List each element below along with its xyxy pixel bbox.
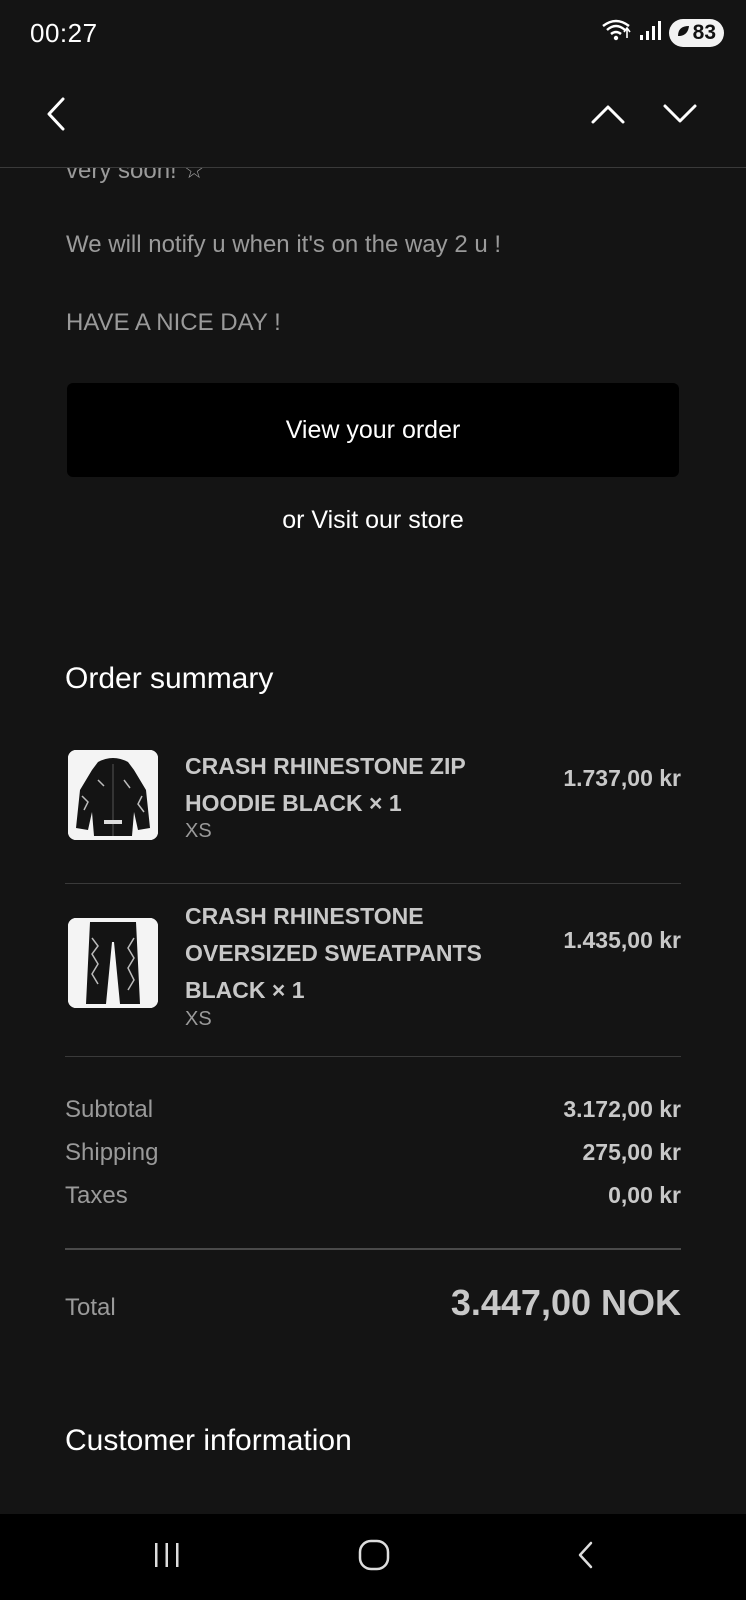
- taxes-value: 0,00 kr: [608, 1182, 681, 1208]
- battery-level: 83: [692, 20, 716, 44]
- sweatpants-product-image: [68, 918, 158, 1008]
- email-toolbar: [0, 66, 746, 168]
- recents-button[interactable]: [137, 1532, 197, 1582]
- total-label: Total: [65, 1294, 116, 1321]
- status-bar: 00:27 83: [0, 0, 746, 66]
- item-divider: [65, 883, 681, 884]
- previous-email-button[interactable]: [578, 88, 638, 144]
- notify-text: We will notify u when it's on the way 2 …: [66, 231, 502, 258]
- chevron-up-icon: [590, 103, 626, 130]
- chevron-down-icon: [662, 103, 698, 130]
- total-divider: [65, 1248, 681, 1250]
- system-back-icon: [575, 1540, 595, 1575]
- home-button[interactable]: [344, 1532, 404, 1582]
- wifi-icon: [601, 18, 631, 47]
- system-back-button[interactable]: [555, 1532, 615, 1582]
- status-time: 00:27: [30, 18, 98, 48]
- shipping-row: Shipping 275,00 kr: [65, 1139, 681, 1179]
- order-item: CRASH RHINESTONE OVERSIZED SWEATPANTS BL…: [65, 898, 681, 1048]
- item-variant: XS: [185, 1008, 212, 1030]
- chevron-left-icon: [44, 96, 68, 137]
- visit-store-link[interactable]: or Visit our store: [0, 506, 746, 535]
- email-screen: 00:27 83 very soon! ☆ We will notify u w…: [0, 0, 746, 1600]
- item-price: 1.435,00 kr: [563, 927, 681, 953]
- subtotal-label: Subtotal: [65, 1096, 154, 1123]
- email-body: very soon! ☆ We will notify u when it's …: [0, 168, 746, 1514]
- next-email-button[interactable]: [650, 88, 710, 144]
- greeting-text: HAVE A NICE DAY !: [66, 309, 281, 336]
- item-name: CRASH RHINESTONE OVERSIZED SWEATPANTS BL…: [185, 903, 482, 1003]
- items-divider: [65, 1056, 681, 1057]
- hoodie-product-image: [68, 750, 158, 840]
- recents-icon: [152, 1541, 182, 1574]
- taxes-row: Taxes 0,00 kr: [65, 1182, 681, 1222]
- battery-saver-icon: [675, 21, 691, 45]
- view-order-button[interactable]: View your order: [67, 383, 679, 477]
- battery-indicator: 83: [668, 18, 724, 47]
- shipping-label: Shipping: [65, 1139, 159, 1166]
- subtotal-row: Subtotal 3.172,00 kr: [65, 1096, 681, 1136]
- system-navigation-bar: [0, 1514, 746, 1600]
- taxes-label: Taxes: [65, 1182, 128, 1209]
- customer-information-title: Customer information: [65, 1424, 352, 1457]
- total-value: 3.447,00 NOK: [450, 1282, 681, 1323]
- signal-icon: [639, 19, 661, 46]
- back-button[interactable]: [26, 88, 86, 144]
- item-variant: XS: [185, 820, 212, 842]
- home-icon: [358, 1539, 390, 1576]
- order-item: CRASH RHINESTONE ZIP HOODIE BLACK × 1 XS…: [65, 748, 681, 858]
- item-price: 1.737,00 kr: [563, 765, 681, 791]
- message-partial-line: very soon! ☆: [66, 168, 205, 184]
- order-summary-title: Order summary: [65, 662, 274, 695]
- status-icons: 83: [601, 18, 724, 47]
- subtotal-value: 3.172,00 kr: [563, 1096, 681, 1122]
- shipping-value: 275,00 kr: [582, 1139, 681, 1165]
- item-name: CRASH RHINESTONE ZIP HOODIE BLACK × 1: [185, 753, 466, 816]
